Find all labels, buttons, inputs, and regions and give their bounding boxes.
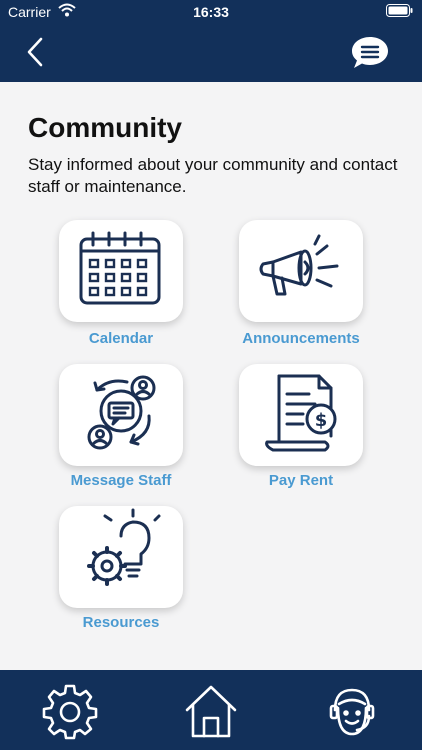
lightbulb-gear-icon — [87, 508, 161, 586]
gear-icon[interactable] — [41, 682, 99, 740]
pay-rent-label[interactable]: Pay Rent — [211, 472, 391, 489]
svg-text:$: $ — [315, 410, 328, 431]
tab-bar — [0, 670, 422, 750]
resources-tile[interactable] — [59, 506, 183, 608]
home-icon[interactable] — [182, 682, 240, 740]
top-bar: Carrier 16:33 — [0, 0, 422, 82]
page-title: Community — [28, 112, 182, 143]
pay-rent-tile[interactable]: $ — [239, 364, 363, 466]
calendar-tile[interactable] — [59, 220, 183, 322]
calendar-icon — [79, 231, 161, 305]
megaphone-icon — [259, 234, 339, 296]
battery-icon — [386, 4, 413, 17]
page-subtitle: Stay informed about your community and c… — [28, 155, 398, 196]
message-staff-label[interactable]: Message Staff — [31, 472, 211, 489]
invoice-dollar-icon: $ — [265, 374, 337, 452]
support-agent-icon[interactable] — [323, 682, 381, 740]
status-time: 16:33 — [193, 4, 229, 20]
chat-button[interactable] — [350, 34, 390, 72]
message-staff-tile[interactable] — [59, 364, 183, 466]
announcements-label[interactable]: Announcements — [211, 330, 391, 347]
announcements-tile[interactable] — [239, 220, 363, 322]
status-bar: Carrier 16:33 — [0, 0, 422, 24]
calendar-label[interactable]: Calendar — [31, 330, 211, 347]
community-content: Community Stay informed about your commu… — [0, 82, 422, 670]
message-staff-icon — [87, 375, 156, 450]
back-button[interactable] — [22, 36, 50, 68]
resources-label[interactable]: Resources — [31, 614, 211, 631]
